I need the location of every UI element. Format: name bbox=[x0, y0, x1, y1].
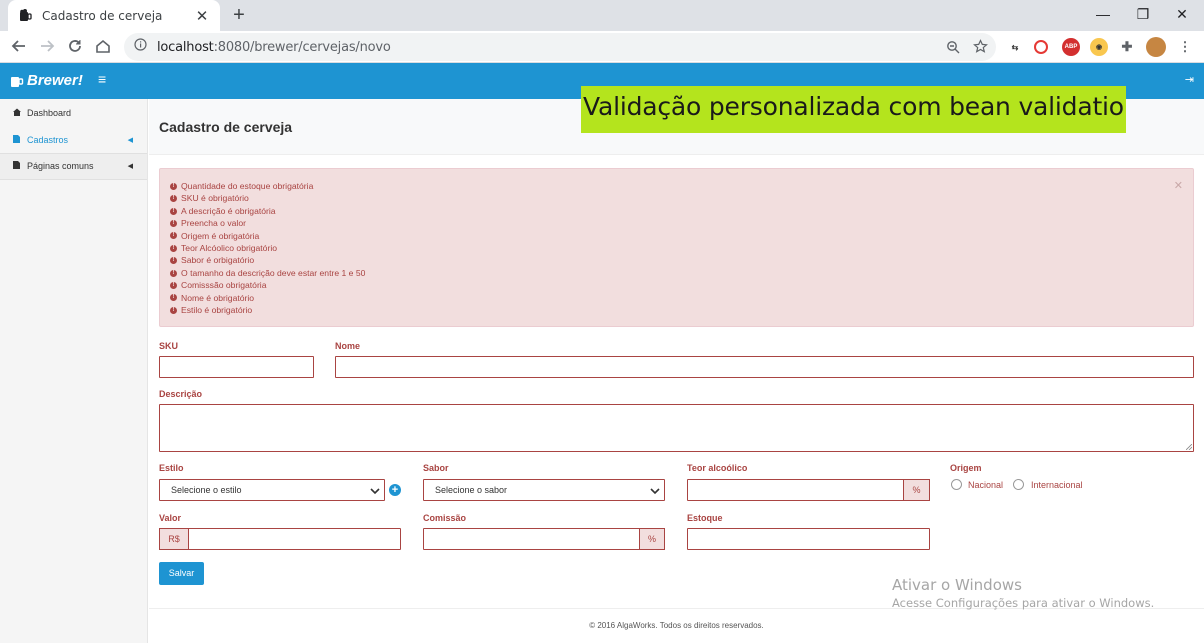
home-icon bbox=[12, 108, 21, 118]
teor-input[interactable] bbox=[687, 479, 904, 501]
teor-label: Teor alcoólico bbox=[687, 463, 748, 473]
resize-handle-icon bbox=[1186, 444, 1192, 450]
sidebar: Dashboard Cadastros ◀ Páginas comuns ◀ bbox=[0, 99, 148, 643]
origem-internacional-radio[interactable] bbox=[1013, 479, 1024, 490]
exclamation-icon: ! bbox=[170, 306, 177, 314]
forward-icon[interactable] bbox=[37, 36, 57, 56]
error-item: ! Origem é obrigatória bbox=[170, 230, 1183, 242]
url-text: localhost:8080/brewer/cervejas/novo bbox=[157, 39, 391, 55]
origem-label: Origem bbox=[950, 463, 982, 473]
error-item: ! Preencha o valor bbox=[170, 217, 1183, 229]
chevron-left-icon: ◀ bbox=[127, 163, 133, 171]
browser-tab[interactable]: Cadastro de cerveja ✕ bbox=[8, 0, 220, 31]
sidebar-item-cadastros[interactable]: Cadastros ◀ bbox=[0, 127, 147, 154]
valor-currency-addon: R$ bbox=[159, 528, 189, 550]
save-button[interactable]: Salvar bbox=[159, 562, 204, 585]
chevron-down-icon bbox=[650, 484, 660, 504]
comissao-percent-addon: % bbox=[639, 528, 665, 550]
new-tab-button[interactable]: + bbox=[229, 4, 249, 26]
add-estilo-icon[interactable]: + bbox=[389, 484, 401, 496]
exclamation-icon: ! bbox=[170, 207, 177, 215]
descricao-textarea[interactable] bbox=[159, 404, 1194, 452]
nome-input[interactable] bbox=[335, 356, 1194, 378]
sabor-select[interactable]: Selecione o sabor bbox=[423, 479, 665, 501]
brand-logo[interactable]: Brewer! bbox=[10, 72, 83, 89]
valor-input[interactable] bbox=[188, 528, 401, 550]
extension-owl-icon[interactable]: ◉ bbox=[1090, 38, 1108, 56]
more-icon[interactable]: ⋮ bbox=[1176, 38, 1194, 56]
tab-close-icon[interactable]: ✕ bbox=[194, 7, 210, 25]
comissao-label: Comissão bbox=[423, 513, 467, 523]
browser-tab-strip: Cadastro de cerveja ✕ + — ❐ ✕ bbox=[0, 0, 1204, 31]
footer: © 2016 AlgaWorks. Todos os direitos rese… bbox=[149, 608, 1204, 643]
logout-icon[interactable]: ⇥ bbox=[1185, 73, 1194, 86]
estoque-label: Estoque bbox=[687, 513, 723, 523]
address-bar[interactable]: localhost:8080/brewer/cervejas/novo bbox=[124, 33, 996, 61]
teor-percent-addon: % bbox=[903, 479, 930, 501]
comissao-input[interactable] bbox=[423, 528, 640, 550]
beer-icon bbox=[11, 76, 24, 87]
origem-nacional-radio[interactable] bbox=[951, 479, 962, 490]
origem-internacional-label: Internacional bbox=[1031, 480, 1083, 490]
exclamation-icon: ! bbox=[170, 281, 177, 289]
exclamation-icon: ! bbox=[170, 269, 177, 277]
sabor-label: Sabor bbox=[423, 463, 449, 473]
maximize-button[interactable]: ❐ bbox=[1121, 0, 1165, 28]
error-item: ! Sabor é orbigatório bbox=[170, 254, 1183, 266]
estilo-select[interactable]: Selecione o estilo bbox=[159, 479, 385, 501]
sidebar-item-paginas-comuns[interactable]: Páginas comuns ◀ bbox=[0, 153, 147, 180]
extension-translate-icon[interactable]: ⇆ bbox=[1006, 38, 1024, 56]
error-item: ! Estilo é obrigatório bbox=[170, 304, 1183, 316]
back-icon[interactable] bbox=[9, 36, 29, 56]
bookmark-star-icon[interactable] bbox=[973, 39, 988, 59]
exclamation-icon: ! bbox=[170, 232, 177, 240]
extension-ring-icon[interactable] bbox=[1034, 40, 1048, 54]
valor-label: Valor bbox=[159, 513, 182, 523]
file-icon bbox=[12, 134, 21, 145]
estilo-label: Estilo bbox=[159, 463, 184, 473]
adblock-icon[interactable]: ABP bbox=[1062, 38, 1080, 56]
error-item: ! Comisssão obrigatória bbox=[170, 279, 1183, 291]
home-icon[interactable] bbox=[93, 36, 113, 56]
error-item: ! Quantidade do estoque obrigatória bbox=[170, 180, 1183, 192]
estoque-input[interactable] bbox=[687, 528, 930, 550]
info-icon[interactable] bbox=[134, 38, 147, 56]
exclamation-icon: ! bbox=[170, 182, 177, 190]
error-item: ! O tamanho da descrição deve estar entre… bbox=[170, 267, 1183, 279]
menu-toggle-icon[interactable]: ≡ bbox=[98, 71, 106, 87]
zoom-icon[interactable] bbox=[946, 40, 960, 59]
error-alert: ✕ ! Quantidade do estoque obrigatória ! SK… bbox=[159, 168, 1194, 327]
reload-icon[interactable] bbox=[65, 36, 85, 56]
beer-mug-icon bbox=[18, 9, 32, 23]
exclamation-icon: ! bbox=[170, 244, 177, 252]
sku-label: SKU bbox=[159, 341, 179, 351]
exclamation-icon: ! bbox=[170, 294, 177, 302]
exclamation-icon: ! bbox=[170, 195, 177, 203]
descricao-label: Descrição bbox=[159, 389, 203, 399]
chevron-down-icon bbox=[370, 484, 380, 504]
avatar[interactable] bbox=[1146, 37, 1166, 57]
exclamation-icon: ! bbox=[170, 257, 177, 265]
nome-label: Nome bbox=[335, 341, 361, 351]
tab-title: Cadastro de cerveja bbox=[42, 8, 163, 23]
overlay-banner: Validação personalizada com bean validat… bbox=[581, 86, 1126, 133]
chevron-left-icon: ◀ bbox=[127, 136, 133, 144]
error-item: ! A descrição é obrigatória bbox=[170, 205, 1183, 217]
minimize-button[interactable]: — bbox=[1081, 0, 1125, 28]
sidebar-item-dashboard[interactable]: Dashboard bbox=[0, 100, 147, 127]
page-title: Cadastro de cerveja bbox=[159, 119, 293, 135]
close-icon[interactable]: ✕ bbox=[1174, 179, 1183, 192]
file-icon bbox=[12, 161, 21, 171]
error-item: ! Nome é obrigatório bbox=[170, 292, 1183, 304]
origem-nacional-label: Nacional bbox=[968, 480, 1004, 490]
exclamation-icon: ! bbox=[170, 219, 177, 227]
error-item: ! Teor Alcóolico obrigatório bbox=[170, 242, 1183, 254]
windows-activation-watermark: Ativar o Windows Acesse Configurações pa… bbox=[892, 576, 1155, 610]
sku-input[interactable] bbox=[159, 356, 314, 378]
puzzle-icon[interactable]: ✚ bbox=[1118, 38, 1136, 56]
browser-toolbar: localhost:8080/brewer/cervejas/novo ⇆ AB… bbox=[0, 31, 1204, 63]
close-window-button[interactable]: ✕ bbox=[1160, 0, 1204, 28]
error-item: ! SKU é obrigatório bbox=[170, 192, 1183, 204]
